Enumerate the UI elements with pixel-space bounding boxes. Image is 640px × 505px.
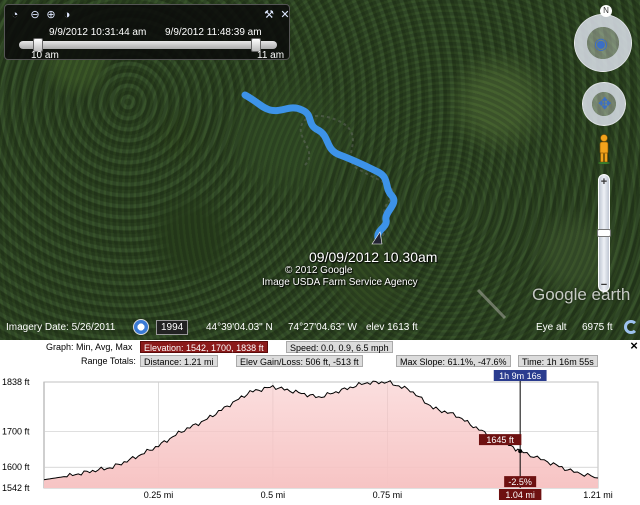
clock-icon[interactable]: ◔ bbox=[9, 9, 21, 21]
stats-row-graph: Graph: Min, Avg, Max Elevation: 1542, 17… bbox=[0, 339, 640, 354]
time-slider-track[interactable] bbox=[19, 41, 277, 49]
elevation-stat-button[interactable]: Elevation: 1542, 1700, 1838 ft bbox=[140, 341, 268, 353]
eye-alt-label: Eye alt bbox=[536, 322, 567, 333]
time-start-label: 9/9/2012 10:31:44 am bbox=[49, 27, 147, 38]
wrench-icon[interactable]: ⚒ bbox=[263, 9, 275, 21]
elevation-profile-panel[interactable]: Graph: Min, Avg, Max Elevation: 1542, 17… bbox=[0, 339, 640, 505]
distance-stat: Distance: 1.21 mi bbox=[140, 355, 218, 367]
range-totals-label: Range Totals: bbox=[81, 356, 136, 366]
north-up-button[interactable]: N bbox=[600, 5, 612, 17]
imagery-date: Imagery Date: 5/26/2011 bbox=[6, 322, 116, 333]
x-tick-label: 1.21 mi bbox=[583, 490, 613, 500]
y-tick-label: 1700 ft bbox=[2, 426, 30, 436]
zoom-out-button[interactable]: − bbox=[598, 279, 610, 291]
gain-loss-stat: Elev Gain/Loss: 506 ft, -513 ft bbox=[236, 355, 363, 367]
animate-icon[interactable]: ◑ bbox=[61, 9, 73, 21]
close-icon[interactable]: ✕ bbox=[279, 9, 291, 21]
zoom-out-time-icon[interactable]: ⊖ bbox=[29, 9, 41, 21]
zoom-slider-thumb[interactable] bbox=[597, 229, 611, 237]
time-start-hour: 10 am bbox=[31, 50, 59, 61]
historical-imagery-icon[interactable] bbox=[133, 319, 149, 335]
imagery-source-text: Image USDA Farm Service Agency bbox=[262, 277, 418, 288]
longitude-readout: 74°27'04.63" W bbox=[288, 322, 357, 333]
hand-icon[interactable]: ✥ bbox=[598, 94, 611, 114]
cursor-slope-label: -2.5% bbox=[508, 477, 532, 487]
elevation-chart[interactable]: 1838 ft 1700 ft 1600 ft 1542 ft 0.25 mi 0.5 m… bbox=[0, 368, 640, 505]
map-status-bar: Imagery Date: 5/26/2011 44°39'04.03" N 7… bbox=[0, 318, 640, 338]
x-tick-label: 0.75 mi bbox=[373, 490, 403, 500]
graph-label: Graph: Min, Avg, Max bbox=[46, 342, 133, 352]
pegman-icon[interactable] bbox=[597, 134, 611, 164]
y-tick-label: 1542 ft bbox=[2, 483, 30, 493]
latitude-readout: 44°39'04.03" N bbox=[206, 322, 273, 333]
y-tick-label: 1838 ft bbox=[2, 377, 30, 387]
time-stat: Time: 1h 16m 55s bbox=[518, 355, 598, 367]
x-tick-label: 0.25 mi bbox=[144, 490, 174, 500]
time-slider-panel[interactable]: ◔ ⊖ ⊕ ◑ ⚒ ✕ 9/9/2012 10:31:44 am 9/9/201… bbox=[4, 4, 291, 61]
streaming-indicator-icon bbox=[624, 320, 638, 334]
time-end-hour: 11 am bbox=[257, 50, 285, 61]
zoom-in-button[interactable]: + bbox=[598, 176, 610, 188]
gps-track-line[interactable] bbox=[241, 91, 398, 242]
stats-row-totals: Range Totals: Distance: 1.21 mi Elev Gai… bbox=[0, 354, 640, 368]
x-tick-label: 0.5 mi bbox=[261, 490, 286, 500]
close-profile-button[interactable]: × bbox=[628, 339, 640, 352]
zoom-in-time-icon[interactable]: ⊕ bbox=[45, 9, 57, 21]
cursor-distance-label: 1.04 mi bbox=[505, 490, 535, 500]
time-end-label: 9/9/2012 11:48:39 am bbox=[165, 27, 262, 38]
y-tick-label: 1600 ft bbox=[2, 462, 30, 472]
copyright-text: © 2012 Google bbox=[285, 265, 353, 276]
max-slope-stat: Max Slope: 61.1%, -47.6% bbox=[396, 355, 511, 367]
track-placemark-label[interactable]: 09/09/2012 10.30am bbox=[309, 249, 437, 265]
imagery-year-button[interactable]: 1994 bbox=[156, 320, 189, 335]
eye-icon[interactable]: ◉ bbox=[594, 34, 608, 54]
speed-stat-button[interactable]: Speed: 0.0, 0.9, 6.5 mph bbox=[286, 341, 393, 353]
google-earth-logo: Google earth bbox=[532, 285, 631, 304]
eye-alt-value: 6975 ft bbox=[582, 322, 613, 333]
cursor-time-label: 1h 9m 16s bbox=[499, 371, 542, 381]
elevation-readout: elev 1613 ft bbox=[366, 322, 418, 333]
cursor-elevation-label: 1645 ft bbox=[486, 435, 514, 445]
chart-cursor-point bbox=[518, 449, 523, 454]
